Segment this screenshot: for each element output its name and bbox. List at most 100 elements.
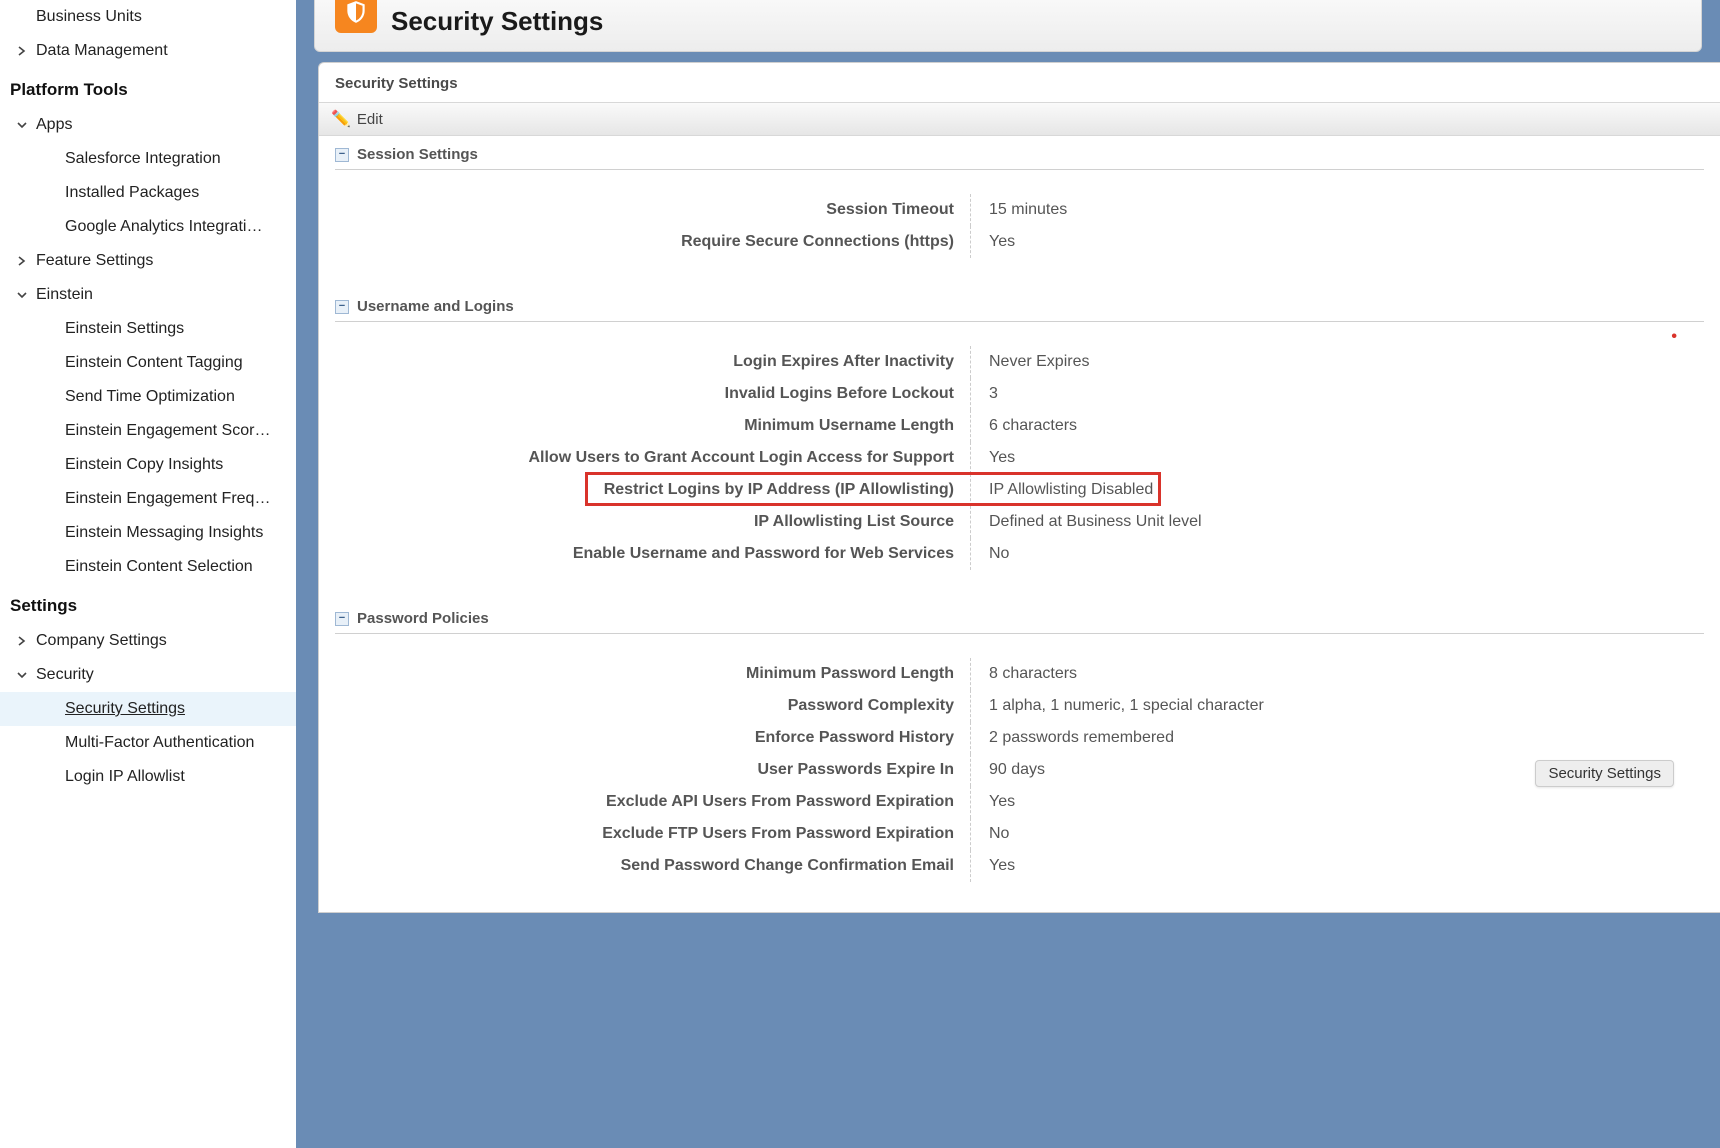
collapse-icon[interactable]: − xyxy=(335,148,349,162)
nav-einstein-content-tagging[interactable]: Einstein Content Tagging xyxy=(0,346,296,380)
main-content: Security Settings Security Settings ✏️ E… xyxy=(296,0,1720,1148)
field-value: No xyxy=(971,538,1704,570)
session-fields: Session Timeout15 minutes Require Secure… xyxy=(335,194,1704,258)
field-value: Yes xyxy=(971,786,1704,818)
nav-login-ip-allowlist[interactable]: Login IP Allowlist xyxy=(0,760,296,794)
field-label: Exclude API Users From Password Expirati… xyxy=(335,786,971,818)
nav-label: Google Analytics Integrati… xyxy=(65,218,262,236)
section-title: Username and Logins xyxy=(357,298,514,315)
edit-label: Edit xyxy=(357,111,383,128)
field-value: IP Allowlisting Disabled xyxy=(971,474,1704,506)
page-header: Security Settings xyxy=(314,0,1702,52)
nav-label: Multi-Factor Authentication xyxy=(65,734,254,752)
password-fields: Minimum Password Length8 characters Pass… xyxy=(335,658,1704,882)
field-label: Session Timeout xyxy=(335,194,971,226)
nav-business-units[interactable]: Business Units xyxy=(0,0,296,34)
nav-mfa[interactable]: Multi-Factor Authentication xyxy=(0,726,296,760)
nav-label: Einstein Messaging Insights xyxy=(65,524,263,542)
field-label: Enable Username and Password for Web Ser… xyxy=(335,538,971,570)
field-label: Minimum Username Length xyxy=(335,410,971,442)
field-label: Restrict Logins by IP Address (IP Allowl… xyxy=(335,474,971,506)
settings-card: Security Settings ✏️ Edit − Session Sett… xyxy=(318,62,1720,913)
chevron-right-icon xyxy=(10,256,34,266)
nav-label: Feature Settings xyxy=(36,252,153,270)
nav-data-management[interactable]: Data Management xyxy=(0,34,296,68)
nav-security-settings[interactable]: Security Settings xyxy=(0,692,296,726)
nav-label: Login IP Allowlist xyxy=(65,768,185,786)
nav-company-settings[interactable]: Company Settings xyxy=(0,624,296,658)
nav-einstein-engagement-scor[interactable]: Einstein Engagement Scor… xyxy=(0,414,296,448)
field-value: No xyxy=(971,818,1704,850)
annotation-marker: • xyxy=(1671,328,1678,346)
nav-label: Einstein Copy Insights xyxy=(65,456,223,474)
nav-salesforce-integration[interactable]: Salesforce Integration xyxy=(0,142,296,176)
field-label: Send Password Change Confirmation Email xyxy=(335,850,971,882)
nav-heading-settings: Settings xyxy=(0,584,296,624)
nav-einstein[interactable]: Einstein xyxy=(0,278,296,312)
card-title: Security Settings xyxy=(319,63,1720,102)
field-label: Enforce Password History xyxy=(335,722,971,754)
collapse-icon[interactable]: − xyxy=(335,612,349,626)
edit-button[interactable]: ✏️ Edit xyxy=(319,102,1720,136)
username-fields: • Login Expires After InactivityNever Ex… xyxy=(335,346,1704,570)
chevron-down-icon xyxy=(10,670,34,680)
page-title: Security Settings xyxy=(391,6,603,37)
nav-apps[interactable]: Apps xyxy=(0,108,296,142)
nav-einstein-settings[interactable]: Einstein Settings xyxy=(0,312,296,346)
tooltip-security-settings: Security Settings xyxy=(1535,760,1674,787)
field-label: Password Complexity xyxy=(335,690,971,722)
chevron-down-icon xyxy=(10,120,34,130)
nav-einstein-messaging-insights[interactable]: Einstein Messaging Insights xyxy=(0,516,296,550)
nav-google-analytics[interactable]: Google Analytics Integrati… xyxy=(0,210,296,244)
section-header-session: − Session Settings xyxy=(335,136,1704,170)
field-label: Invalid Logins Before Lockout xyxy=(335,378,971,410)
field-value: 1 alpha, 1 numeric, 1 special character xyxy=(971,690,1704,722)
nav-send-time-opt[interactable]: Send Time Optimization xyxy=(0,380,296,414)
field-label: Login Expires After Inactivity xyxy=(335,346,971,378)
field-value: 3 xyxy=(971,378,1704,410)
field-value: Yes xyxy=(971,850,1704,882)
nav-label: Data Management xyxy=(36,42,168,60)
section-username: − Username and Logins • Login Expires Af… xyxy=(319,288,1720,570)
chevron-right-icon xyxy=(10,46,34,56)
section-header-username: − Username and Logins xyxy=(335,288,1704,322)
field-value: Defined at Business Unit level xyxy=(971,506,1704,538)
nav-einstein-copy-insights[interactable]: Einstein Copy Insights xyxy=(0,448,296,482)
nav-security[interactable]: Security xyxy=(0,658,296,692)
nav-heading-platform-tools: Platform Tools xyxy=(0,68,296,108)
nav-label: Business Units xyxy=(36,8,142,26)
shield-icon xyxy=(335,0,377,33)
nav-label: Company Settings xyxy=(36,632,167,650)
nav-feature-settings[interactable]: Feature Settings xyxy=(0,244,296,278)
nav-label: Apps xyxy=(36,116,72,134)
field-label: Exclude FTP Users From Password Expirati… xyxy=(335,818,971,850)
section-session: − Session Settings Session Timeout15 min… xyxy=(319,136,1720,258)
nav-label: Einstein xyxy=(36,286,93,304)
sidebar: Business Units Data Management Platform … xyxy=(0,0,296,1148)
field-value: Yes xyxy=(971,226,1704,258)
collapse-icon[interactable]: − xyxy=(335,300,349,314)
section-password: − Password Policies Minimum Password Len… xyxy=(319,600,1720,882)
field-label: Minimum Password Length xyxy=(335,658,971,690)
nav-label: Salesforce Integration xyxy=(65,150,221,168)
field-value: 8 characters xyxy=(971,658,1704,690)
field-label: User Passwords Expire In xyxy=(335,754,971,786)
nav-einstein-content-selection[interactable]: Einstein Content Selection xyxy=(0,550,296,584)
nav-installed-packages[interactable]: Installed Packages xyxy=(0,176,296,210)
nav-label: Einstein Engagement Freq… xyxy=(65,490,270,508)
nav-label: Send Time Optimization xyxy=(65,388,235,406)
field-label: Require Secure Connections (https) xyxy=(335,226,971,258)
field-value: 2 passwords remembered xyxy=(971,722,1704,754)
section-header-password: − Password Policies xyxy=(335,600,1704,634)
nav-einstein-engagement-freq[interactable]: Einstein Engagement Freq… xyxy=(0,482,296,516)
pencil-icon: ✏️ xyxy=(331,109,351,129)
section-title: Session Settings xyxy=(357,146,478,163)
nav-label: Einstein Engagement Scor… xyxy=(65,422,270,440)
chevron-right-icon xyxy=(10,636,34,646)
nav-label: Installed Packages xyxy=(65,184,199,202)
field-value: Never Expires xyxy=(971,346,1704,378)
nav-label: Einstein Content Selection xyxy=(65,558,253,576)
field-label: Allow Users to Grant Account Login Acces… xyxy=(335,442,971,474)
chevron-down-icon xyxy=(10,290,34,300)
nav-label: Einstein Settings xyxy=(65,320,184,338)
